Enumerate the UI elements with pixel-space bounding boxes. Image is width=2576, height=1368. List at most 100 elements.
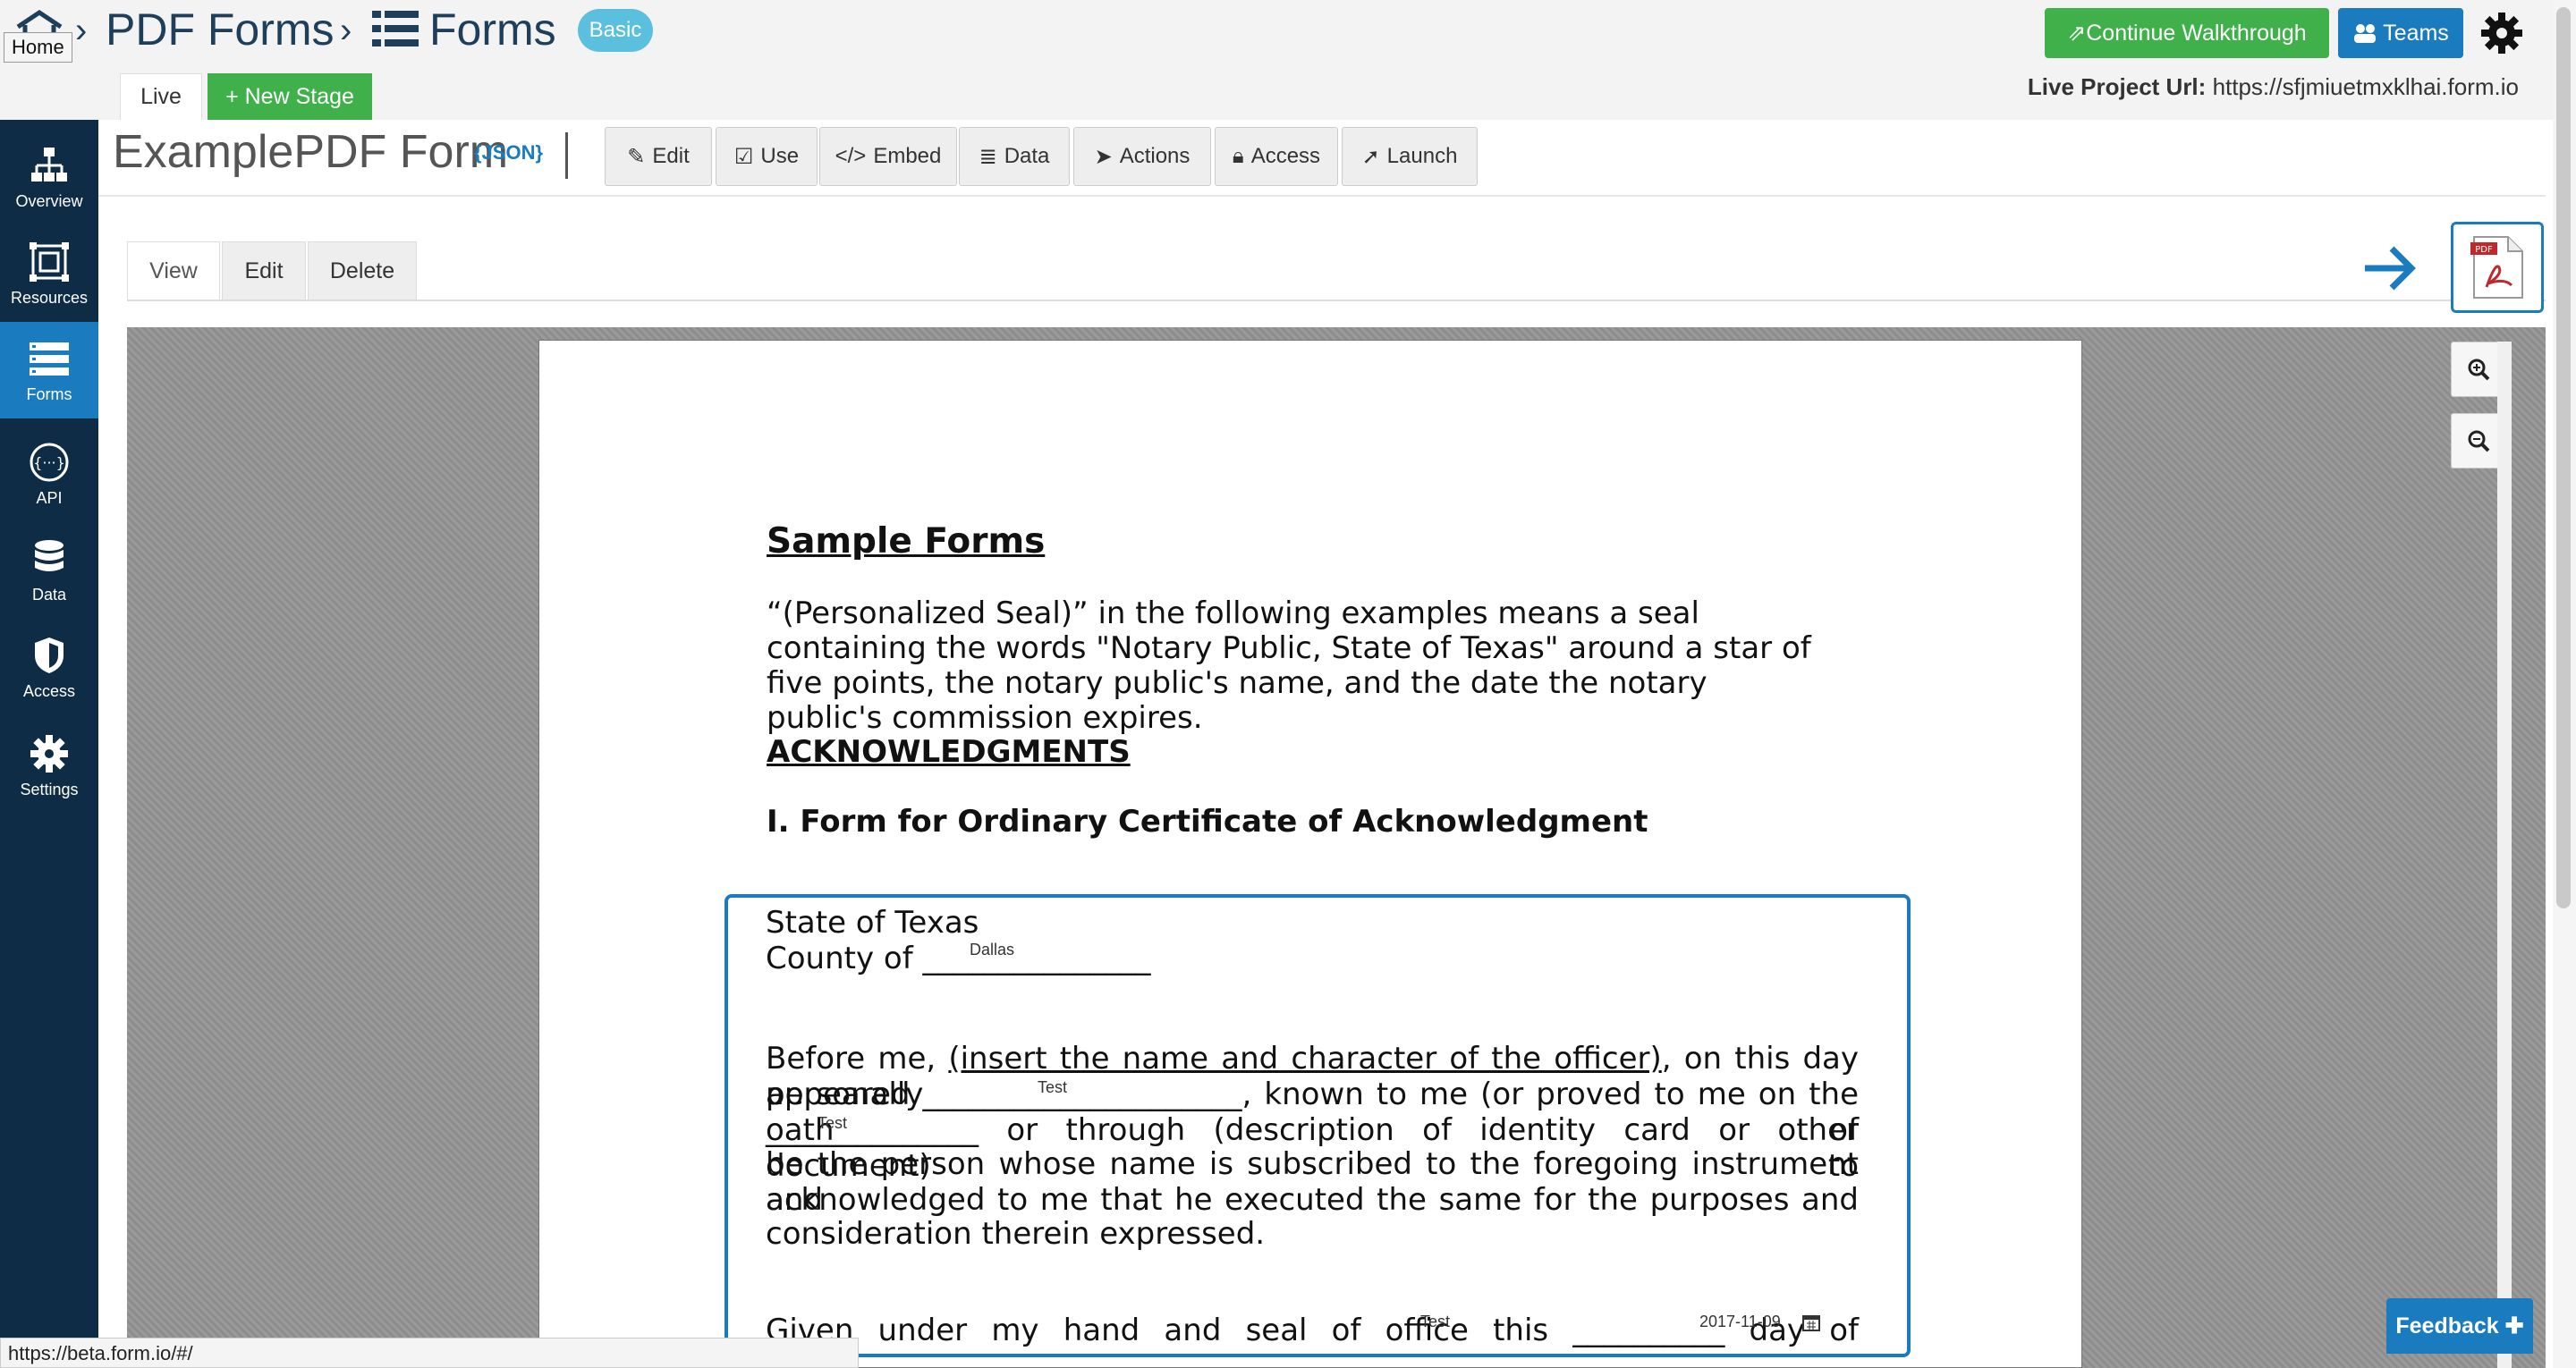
sidebar-item-forms[interactable]: Forms: [0, 322, 98, 418]
day-field[interactable]: Test: [1420, 1313, 1450, 1331]
sidebar: Overview Resources Forms {···} API Data: [0, 120, 98, 1368]
sidebar-item-access[interactable]: Access: [0, 619, 98, 715]
feedback-label: Feedback: [2395, 1313, 2499, 1338]
launch-action-button[interactable]: ➚ Launch: [1342, 127, 1478, 186]
officer-text: (insert the name and character of the of…: [948, 1041, 1662, 1077]
share-icon: ⇗: [2067, 21, 2087, 46]
plan-badge: Basic: [578, 9, 653, 52]
breadcrumb-separator: ›: [340, 11, 352, 50]
text-line-5: acknowledged to me that he executed the …: [766, 1182, 1859, 1218]
appeared-blank: _____________________: [922, 1077, 1242, 1112]
text-line-given: Given under my hand and seal of office t…: [766, 1313, 1859, 1368]
sidebar-item-resources[interactable]: Resources: [0, 225, 98, 322]
before-me-text: Before me,: [766, 1041, 936, 1077]
appeared-field[interactable]: Test: [1038, 1078, 1067, 1097]
actions-action-button[interactable]: ➤ Actions: [1073, 127, 1211, 186]
action-label: Edit: [652, 144, 690, 168]
use-action-button[interactable]: ☑ Use: [716, 127, 818, 186]
forms-icon: [30, 342, 69, 376]
resources-icon: [30, 241, 69, 282]
oath-blank: ______________: [766, 1112, 979, 1148]
breadcrumb-forms[interactable]: Forms: [429, 4, 556, 55]
live-url-label: Live Project Url:: [2027, 73, 2207, 100]
plus-icon: ✚: [2498, 1313, 2524, 1338]
paper-plane-icon: ➤: [1094, 144, 1113, 169]
walkthrough-label: Continue Walkthrough: [2086, 20, 2307, 46]
header-divider: [98, 195, 2546, 197]
sitemap-icon: [31, 147, 67, 182]
action-label: Embed: [873, 144, 942, 168]
sidebar-label: Overview: [15, 191, 83, 210]
sidebar-item-settings[interactable]: Settings: [0, 717, 98, 814]
county-label: County of: [766, 941, 913, 976]
action-label: Data: [1004, 144, 1050, 168]
zoom-out-icon: [2468, 430, 2490, 452]
home-tooltip: Home: [4, 32, 72, 63]
forms-icon: [372, 11, 419, 46]
top-bar: Home › PDF Forms › Forms Basic ⇗ Continu…: [0, 0, 2576, 120]
teams-button[interactable]: Teams: [2338, 8, 2463, 58]
action-label: Use: [760, 144, 800, 168]
data-action-button[interactable]: ≣ Data: [959, 127, 1070, 186]
code-icon: </>: [835, 144, 867, 168]
tab-edit[interactable]: Edit: [222, 241, 306, 300]
arrow-right-icon: [2365, 246, 2416, 291]
svg-text:PDF: PDF: [2475, 245, 2493, 255]
action-label: Access: [1250, 144, 1321, 168]
text-line-6: consideration therein expressed.: [766, 1216, 1266, 1252]
sidebar-label: Access: [22, 681, 76, 700]
rocket-icon: ➚: [1361, 144, 1380, 169]
edit-action-button[interactable]: ✎ Edit: [605, 127, 712, 186]
state-line: State of Texas: [766, 905, 979, 941]
sidebar-item-data[interactable]: Data: [0, 522, 98, 619]
teams-label: Teams: [2383, 20, 2449, 46]
database-icon: ≣: [979, 144, 997, 169]
edit-icon: ✎: [627, 144, 646, 169]
appeared-text: appeared: [766, 1077, 911, 1112]
access-action-button[interactable]: 🔒︎ Access: [1215, 127, 1338, 186]
svg-text:{···}: {···}: [33, 454, 65, 471]
pdf-download-button[interactable]: PDF: [2451, 222, 2544, 313]
county-field[interactable]: Dallas: [970, 941, 1014, 959]
continue-walkthrough-button[interactable]: ⇗ Continue Walkthrough: [2045, 8, 2329, 58]
tabs-divider: [127, 300, 2546, 301]
status-bar-url: https://beta.form.io/#/: [0, 1338, 859, 1368]
county-line: County of _______________: [766, 941, 1150, 976]
sidebar-item-overview[interactable]: Overview: [0, 129, 98, 225]
zoom-in-icon: [2468, 359, 2490, 381]
action-label: Launch: [1386, 144, 1458, 168]
new-stage-button[interactable]: + New Stage: [208, 73, 372, 120]
stage-tab-live[interactable]: Live: [120, 73, 202, 120]
breadcrumb-pdf-forms[interactable]: PDF Forms: [106, 4, 335, 55]
feedback-button[interactable]: Feedback ✚: [2386, 1298, 2533, 1354]
embed-action-button[interactable]: </> Embed: [819, 127, 957, 186]
title-divider: [565, 132, 568, 179]
sidebar-label: API: [36, 488, 63, 507]
county-blank: _______________: [922, 941, 1151, 976]
doc-ack-heading: ACKNOWLEDGMENTS: [767, 734, 1131, 770]
doc-heading: Sample Forms: [767, 521, 1046, 562]
page-scrollbar[interactable]: [2553, 0, 2576, 1368]
sidebar-label: Data: [31, 585, 67, 604]
live-url-value[interactable]: https://sfjmiuetmxklhai.form.io: [2213, 73, 2519, 100]
shield-icon: [35, 637, 64, 673]
page-scrollbar-thumb[interactable]: [2556, 7, 2571, 908]
lock-icon: 🔒︎: [1232, 144, 1244, 168]
breadcrumb-separator: ›: [75, 11, 88, 50]
calendar-icon[interactable]: [1801, 1313, 1821, 1332]
doc-form-heading: I. Form for Ordinary Certificate of Ackn…: [767, 804, 1648, 840]
sidebar-item-api[interactable]: {···} API: [0, 426, 98, 522]
json-link[interactable]: {JSON}: [474, 141, 543, 165]
tab-view[interactable]: View: [127, 241, 220, 300]
doc-intro: “(Personalized Seal)” in the following e…: [767, 595, 1811, 736]
sidebar-label: Forms: [26, 384, 72, 403]
gear-icon[interactable]: [2479, 11, 2524, 55]
check-square-icon: ☑: [733, 144, 754, 169]
tab-delete[interactable]: Delete: [308, 241, 417, 300]
date-field[interactable]: 2017-11-09: [1699, 1313, 1781, 1331]
oath-field[interactable]: Test: [818, 1114, 847, 1133]
api-icon: {···}: [30, 443, 69, 481]
database-icon: [35, 539, 64, 571]
sidebar-label: Settings: [20, 780, 79, 798]
viewer-scrollbar[interactable]: [2497, 342, 2512, 1368]
